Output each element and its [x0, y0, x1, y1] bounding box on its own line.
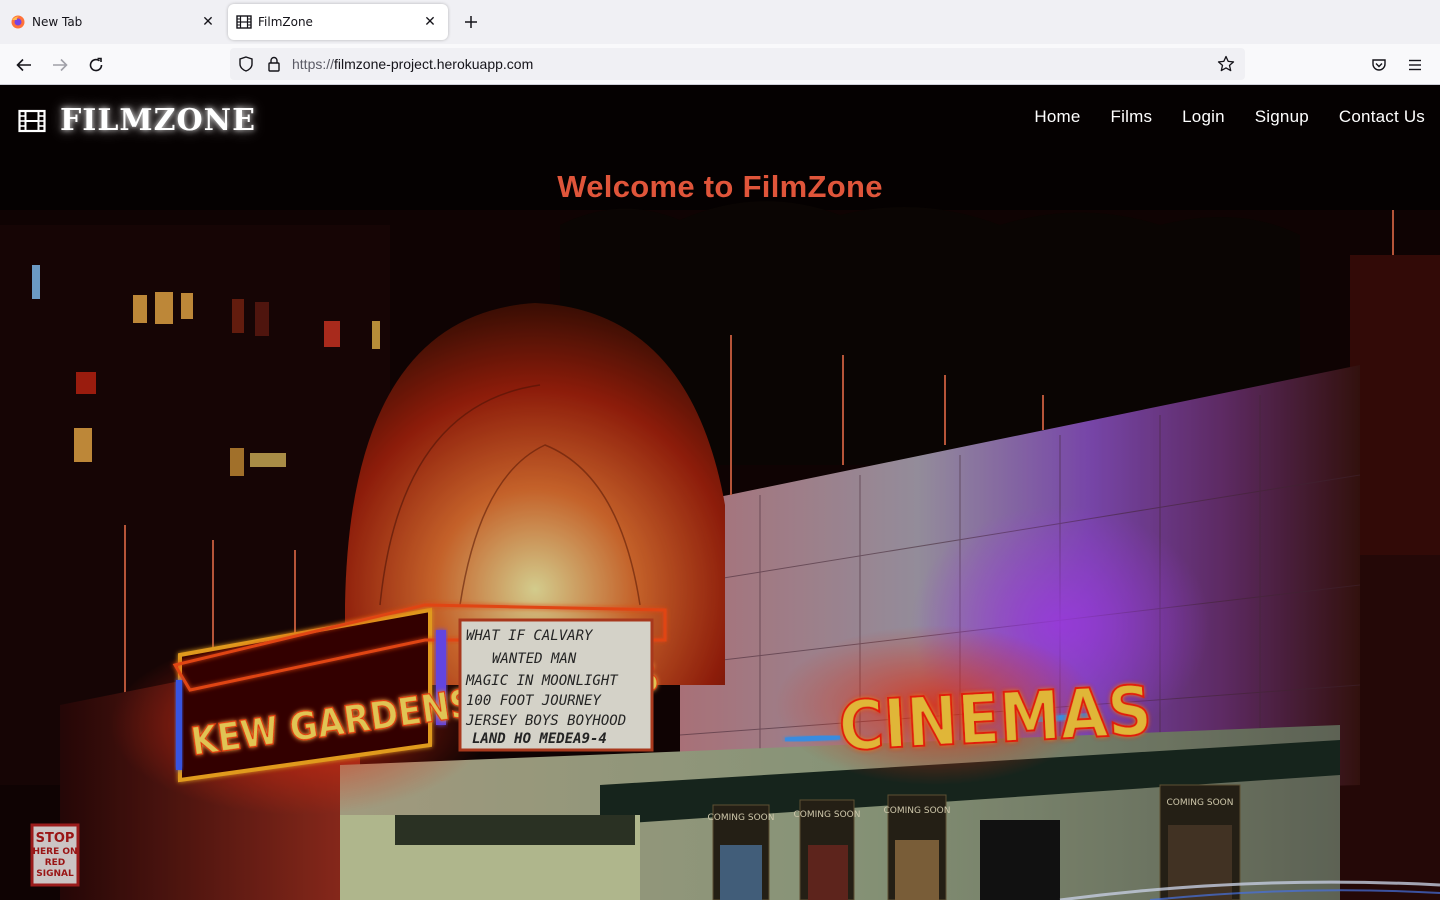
browser-tabbar: New Tab ✕ FilmZone ✕ [0, 0, 1440, 44]
arrow-right-icon [53, 58, 68, 72]
url-bar[interactable]: https://filmzone-project.herokuapp.com [230, 48, 1245, 80]
reload-icon [89, 57, 103, 72]
firefox-icon [10, 14, 26, 30]
webpage: KEW GARDENS CINEMAS WHAT IF CALVARY WANT… [0, 85, 1440, 900]
reload-button[interactable] [81, 50, 111, 80]
nav-home[interactable]: Home [1034, 107, 1080, 127]
url-text[interactable]: https://filmzone-project.herokuapp.com [292, 56, 533, 72]
nav-login[interactable]: Login [1182, 107, 1225, 127]
film-icon [18, 109, 46, 132]
plus-icon [465, 16, 477, 28]
pocket-button[interactable] [1364, 50, 1394, 80]
pocket-icon [1372, 59, 1386, 71]
new-tab-button[interactable] [458, 8, 484, 36]
nav-contact-us[interactable]: Contact Us [1339, 107, 1425, 127]
close-tab-icon[interactable]: ✕ [418, 10, 442, 34]
tab-new-tab[interactable]: New Tab ✕ [0, 4, 226, 40]
close-tab-icon[interactable]: ✕ [196, 10, 220, 34]
site-navbar: FILMZONE Home Films Login Signup Contact… [0, 85, 1440, 151]
film-icon [236, 14, 252, 30]
forward-button[interactable] [45, 50, 75, 80]
tab-title: New Tab [32, 15, 83, 29]
tab-filmzone[interactable]: FilmZone ✕ [228, 4, 448, 40]
main-nav: Home Films Login Signup Contact Us [1004, 107, 1425, 127]
menu-button[interactable] [1400, 50, 1430, 80]
brand-logo-link[interactable]: FILMZONE [18, 103, 256, 138]
lock-icon[interactable] [260, 48, 288, 80]
tab-title: FilmZone [258, 15, 313, 29]
welcome-heading: Welcome to FilmZone [557, 169, 883, 204]
nav-films[interactable]: Films [1111, 107, 1153, 127]
nav-signup[interactable]: Signup [1255, 107, 1309, 127]
shield-icon[interactable] [232, 48, 260, 80]
arrow-left-icon [16, 58, 31, 72]
brand-name: FILMZONE [60, 103, 256, 138]
hamburger-menu-icon [1409, 59, 1421, 71]
back-button[interactable] [9, 50, 39, 80]
url-scheme: https:// [292, 56, 335, 72]
url-host: filmzone-project.herokuapp.com [334, 56, 534, 72]
bookmark-star-icon[interactable] [1211, 49, 1241, 79]
browser-toolbar: https://filmzone-project.herokuapp.com [0, 44, 1440, 85]
hero-cinema-image: KEW GARDENS CINEMAS WHAT IF CALVARY WANT… [0, 85, 1440, 900]
